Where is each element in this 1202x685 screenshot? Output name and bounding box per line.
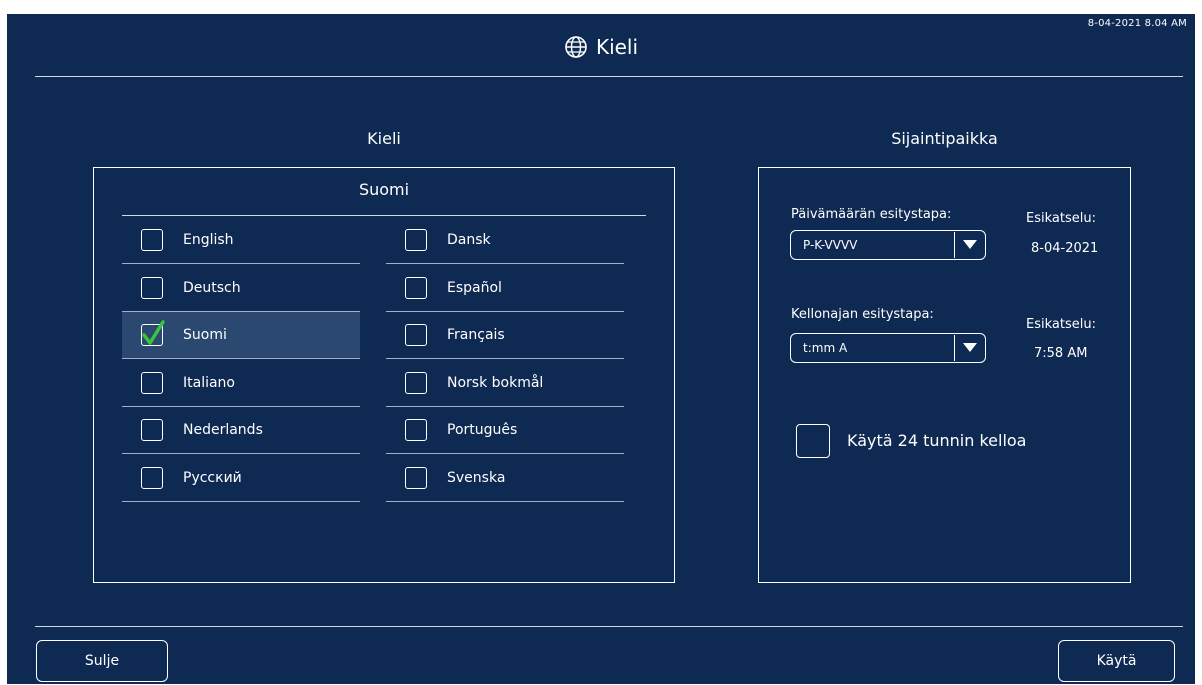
language-checkbox[interactable]	[141, 371, 163, 394]
date-format-value: P-K-VVVV	[803, 238, 858, 252]
language-settings-screen: 8-04-2021 8.04 AM Kieli Kieli Suomi Engl…	[7, 14, 1195, 684]
language-option[interactable]: Dansk	[386, 217, 624, 264]
time-format-label: Kellonajan esitystapa:	[791, 307, 934, 322]
language-checkbox[interactable]	[405, 276, 427, 299]
language-checkbox[interactable]	[141, 419, 163, 441]
language-label: Suomi	[183, 327, 227, 343]
language-label: Norsk bokmål	[447, 374, 544, 391]
language-checkbox[interactable]	[141, 320, 165, 346]
header-divider	[35, 76, 1183, 77]
language-label: Deutsch	[183, 279, 241, 296]
language-label: Português	[447, 422, 518, 438]
language-checkbox[interactable]	[405, 419, 427, 441]
language-checkbox[interactable]	[141, 466, 163, 489]
language-checkbox[interactable]	[405, 229, 427, 251]
language-option[interactable]: Nederlands	[122, 407, 360, 454]
language-option[interactable]: Italiano	[122, 360, 360, 407]
footer-divider	[35, 626, 1183, 627]
language-label: Nederlands	[183, 422, 263, 438]
language-option[interactable]: Português	[386, 407, 624, 454]
language-checkbox[interactable]	[141, 276, 163, 299]
apply-button[interactable]: Käytä	[1058, 640, 1175, 682]
language-checkbox[interactable]	[405, 324, 427, 346]
language-checkbox[interactable]	[405, 371, 427, 394]
current-language-heading: Suomi	[358, 180, 410, 199]
language-label: Español	[447, 279, 502, 296]
language-option[interactable]: Suomi	[122, 312, 360, 359]
language-section-title: Kieli	[367, 129, 401, 148]
language-option[interactable]: Deutsch	[122, 265, 360, 312]
close-button[interactable]: Sulje	[36, 640, 168, 682]
timestamp: 8-04-2021 8.04 AM	[1087, 18, 1187, 29]
language-checkbox[interactable]	[141, 229, 163, 251]
language-label: Русский	[183, 469, 242, 486]
use-24h-checkbox[interactable]	[796, 424, 830, 458]
language-label: Français	[447, 327, 505, 343]
page-title: Kieli	[595, 35, 639, 59]
language-option[interactable]: Français	[386, 312, 624, 359]
date-preview-label: Esikatselu:	[1026, 211, 1096, 226]
language-header-divider	[122, 215, 646, 216]
checkmark-icon	[142, 320, 165, 345]
language-checkbox[interactable]	[405, 466, 427, 489]
language-option[interactable]: Svenska	[386, 455, 624, 502]
use-24h-label: Käytä 24 tunnin kelloa	[847, 431, 1027, 450]
language-label: English	[183, 232, 234, 248]
language-option[interactable]: English	[122, 217, 360, 264]
time-format-select[interactable]: t:mm A	[790, 333, 986, 363]
location-section-title: Sijaintipaikka	[891, 129, 998, 148]
language-option[interactable]: Norsk bokmål	[386, 360, 624, 407]
date-format-select[interactable]: P-K-VVVV	[790, 230, 986, 260]
date-format-label: Päivämäärän esitystapa:	[791, 207, 952, 222]
chevron-down-icon[interactable]	[954, 232, 984, 258]
time-preview-label: Esikatselu:	[1026, 317, 1096, 332]
time-preview-value: 7:58 AM	[1034, 346, 1088, 361]
language-label: Italiano	[183, 374, 235, 391]
page-header: Kieli	[7, 32, 1195, 62]
location-panel: Päivämäärän esitystapa: Esikatselu: P-K-…	[758, 167, 1131, 583]
globe-icon	[565, 36, 587, 58]
time-format-value: t:mm A	[803, 341, 848, 355]
language-panel: Suomi English Deutsch Suomi Italiano Nederla…	[93, 167, 675, 583]
language-option[interactable]: Русский	[122, 455, 360, 502]
language-label: Dansk	[447, 232, 491, 248]
language-option[interactable]: Español	[386, 265, 624, 312]
chevron-down-icon[interactable]	[954, 335, 984, 361]
date-preview-value: 8-04-2021	[1031, 241, 1099, 256]
language-label: Svenska	[447, 469, 506, 486]
